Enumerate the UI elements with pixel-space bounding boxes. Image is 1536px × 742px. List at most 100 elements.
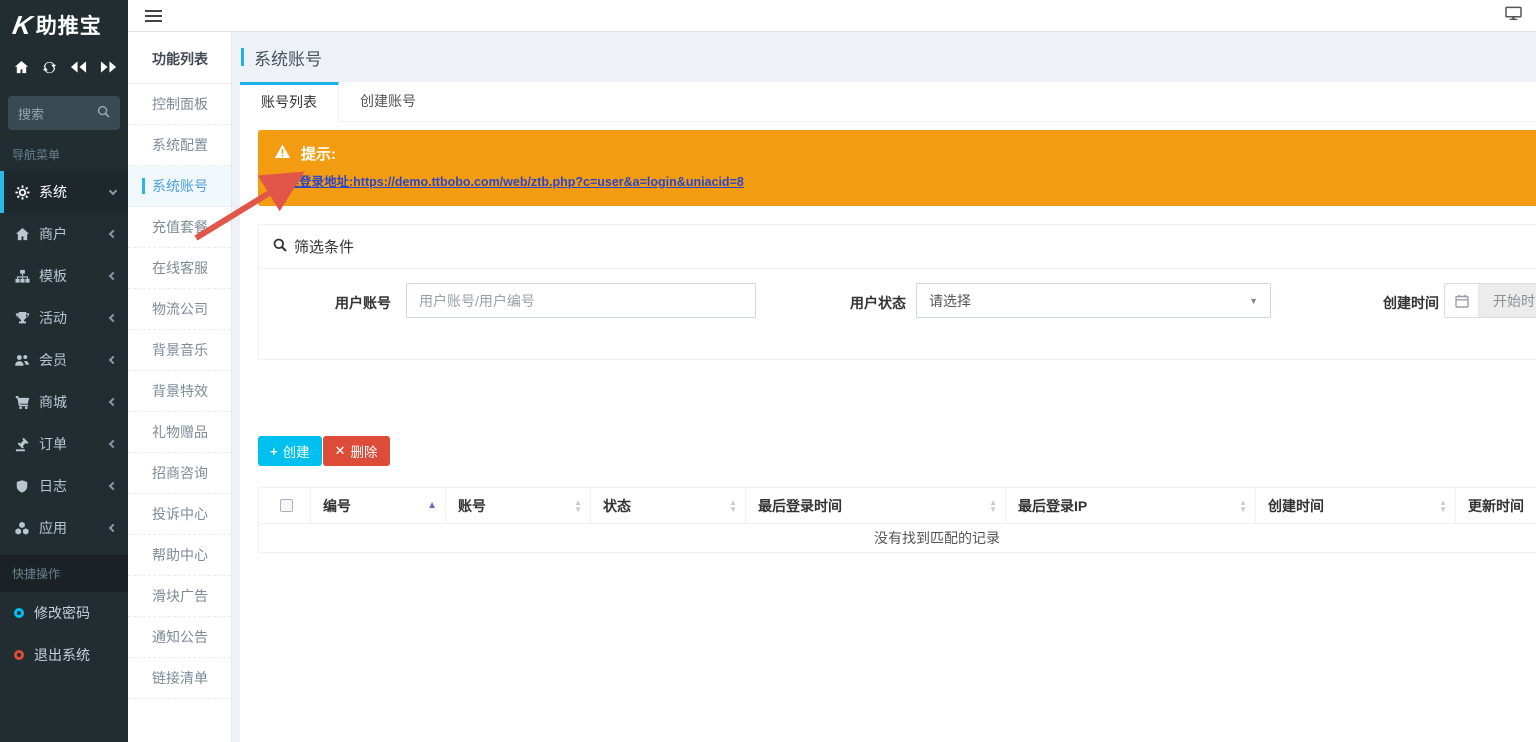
sort-icon: ▲▼ <box>1439 499 1447 513</box>
sidebar-item-label: 订单 <box>39 434 67 454</box>
func-item-system-config[interactable]: 系统配置 <box>128 125 231 166</box>
func-item-announcements[interactable]: 通知公告 <box>128 617 231 658</box>
chevron-left-icon <box>109 524 117 532</box>
date-range-input[interactable]: 开始时间 - 结束时间 <box>1444 283 1536 318</box>
alert-title: 提示: <box>301 143 336 164</box>
sidebar-item-app[interactable]: 应用 <box>0 507 128 549</box>
nav-section-label: 导航菜单 <box>0 130 128 171</box>
quick-section-label: 快捷操作 <box>0 555 128 592</box>
column-header-last-login-time[interactable]: 最后登录时间▲▼ <box>746 488 1006 524</box>
menu-toggle-icon[interactable] <box>145 7 162 25</box>
plus-icon: + <box>270 444 278 459</box>
table-header-row: 编号▲ 账号▲▼ 状态▲▼ 最后登录时间▲▼ 最后登录IP▲▼ 创建时间▲▼ 更… <box>259 488 1536 524</box>
users-icon <box>14 352 30 368</box>
sidebar-item-template[interactable]: 模板 <box>0 255 128 297</box>
refresh-icon[interactable] <box>42 60 57 75</box>
column-header-create-time[interactable]: 创建时间▲▼ <box>1256 488 1456 524</box>
quick-item-label: 退出系统 <box>34 645 90 665</box>
sidebar-item-label: 日志 <box>39 476 67 496</box>
delete-button-label: 删除 <box>351 441 378 461</box>
tab-body: 提示: 管理登录地址:https://demo.ttbobo.com/web/z… <box>240 122 1536 553</box>
search-icon[interactable] <box>97 105 110 121</box>
trophy-icon <box>14 310 30 326</box>
sidebar-item-mall[interactable]: 商城 <box>0 381 128 423</box>
column-header-account[interactable]: 账号 ▲▼ <box>446 488 591 524</box>
func-item-logistics[interactable]: 物流公司 <box>128 289 231 330</box>
alert-warning: 提示: 管理登录地址:https://demo.ttbobo.com/web/z… <box>258 130 1536 206</box>
page-title-row: 系统账号 <box>232 32 1536 82</box>
func-item-bg-effects[interactable]: 背景特效 <box>128 371 231 412</box>
forward-icon[interactable] <box>100 60 117 74</box>
select-all-checkbox-cell[interactable] <box>259 488 311 524</box>
column-label: 账号 <box>458 496 486 516</box>
backward-icon[interactable] <box>70 60 87 74</box>
sidebar-item-label: 应用 <box>39 518 67 538</box>
chevron-left-icon <box>109 482 117 490</box>
cart-icon <box>14 394 30 410</box>
column-header-status[interactable]: 状态▲▼ <box>591 488 746 524</box>
sidebar-item-label: 活动 <box>39 308 67 328</box>
function-list-sidebar: 功能列表 控制面板 系统配置 系统账号 充值套餐 在线客服 物流公司 背景音乐 … <box>128 32 232 742</box>
func-item-slider-ads[interactable]: 滑块广告 <box>128 576 231 617</box>
create-button[interactable]: + 创建 <box>258 436 322 466</box>
column-header-id[interactable]: 编号▲ <box>311 488 446 524</box>
create-button-label: 创建 <box>283 441 310 461</box>
warning-triangle-icon <box>274 144 291 163</box>
func-item-online-service[interactable]: 在线客服 <box>128 248 231 289</box>
sidebar-search[interactable]: 搜索 <box>8 96 120 130</box>
page-title: 系统账号 <box>254 45 322 70</box>
cross-icon: ✕ <box>335 443 346 459</box>
select-all-checkbox[interactable] <box>280 499 293 512</box>
tab-header: 账号列表 创建账号 <box>240 82 1536 122</box>
func-item-investment[interactable]: 招商咨询 <box>128 453 231 494</box>
account-input[interactable] <box>406 283 756 318</box>
sidebar-item-order[interactable]: 订单 <box>0 423 128 465</box>
status-select[interactable]: 请选择 ▼ <box>916 283 1271 318</box>
delete-button[interactable]: ✕ 删除 <box>323 436 390 466</box>
column-label: 最后登录IP <box>1018 496 1087 516</box>
sidebar-item-member[interactable]: 会员 <box>0 339 128 381</box>
monitor-icon[interactable] <box>1505 6 1522 26</box>
admin-login-url-link[interactable]: https://demo.ttbobo.com/web/ztb.php?c=us… <box>353 175 744 189</box>
alert-link-line: 管理登录地址:https://demo.ttbobo.com/web/ztb.p… <box>274 171 1536 190</box>
brand-logo-text: 助推宝 <box>36 10 102 40</box>
circle-o-icon <box>14 650 24 660</box>
sort-icon: ▲▼ <box>574 499 582 513</box>
tab-account-list[interactable]: 账号列表 <box>240 82 339 122</box>
sidebar-item-label: 系统 <box>39 182 67 202</box>
chevron-down-icon <box>109 186 117 194</box>
sidebar-item-activity[interactable]: 活动 <box>0 297 128 339</box>
sort-icon: ▲▼ <box>729 499 737 513</box>
column-header-last-login-ip[interactable]: 最后登录IP▲▼ <box>1006 488 1256 524</box>
func-item-system-account[interactable]: 系统账号 <box>128 166 231 207</box>
sidebar-item-log[interactable]: 日志 <box>0 465 128 507</box>
search-icon <box>273 238 287 256</box>
home-icon <box>14 226 30 242</box>
tab-container: 账号列表 创建账号 提示: 管理登录地址:https://demo.ttbobo… <box>240 82 1536 742</box>
gear-icon <box>14 184 30 200</box>
sidebar-item-merchant[interactable]: 商户 <box>0 213 128 255</box>
sidebar-item-change-password[interactable]: 修改密码 <box>0 592 128 634</box>
gavel-icon <box>14 436 30 452</box>
func-item-bg-music[interactable]: 背景音乐 <box>128 330 231 371</box>
sidebar-item-label: 商户 <box>39 224 67 244</box>
date-range-placeholder: 开始时间 - 结束时间 <box>1479 284 1536 317</box>
func-item-control-panel[interactable]: 控制面板 <box>128 84 231 125</box>
title-accent-bar <box>241 48 244 66</box>
tab-create-account[interactable]: 创建账号 <box>339 82 437 121</box>
func-item-complaints[interactable]: 投诉中心 <box>128 494 231 535</box>
filter-title: 筛选条件 <box>294 236 354 257</box>
func-item-help-center[interactable]: 帮助中心 <box>128 535 231 576</box>
func-item-gifts[interactable]: 礼物赠品 <box>128 412 231 453</box>
column-header-update-time[interactable]: 更新时间▲▼ <box>1456 488 1536 524</box>
sidebar-item-system[interactable]: 系统 <box>0 171 128 213</box>
home-icon[interactable] <box>14 60 29 75</box>
cubes-icon <box>14 520 30 536</box>
accounts-table: 编号▲ 账号▲▼ 状态▲▼ 最后登录时间▲▼ 最后登录IP▲▼ 创建时间▲▼ 更… <box>258 487 1536 553</box>
func-item-link-list[interactable]: 链接清单 <box>128 658 231 699</box>
account-label: 用户账号 <box>311 286 391 321</box>
brand-logo[interactable]: K 助推宝 <box>0 0 128 50</box>
func-item-recharge-package[interactable]: 充值套餐 <box>128 207 231 248</box>
sidebar-item-logout[interactable]: 退出系统 <box>0 634 128 676</box>
table-toolbar: + 创建 ✕ 删除 <box>258 436 1536 466</box>
